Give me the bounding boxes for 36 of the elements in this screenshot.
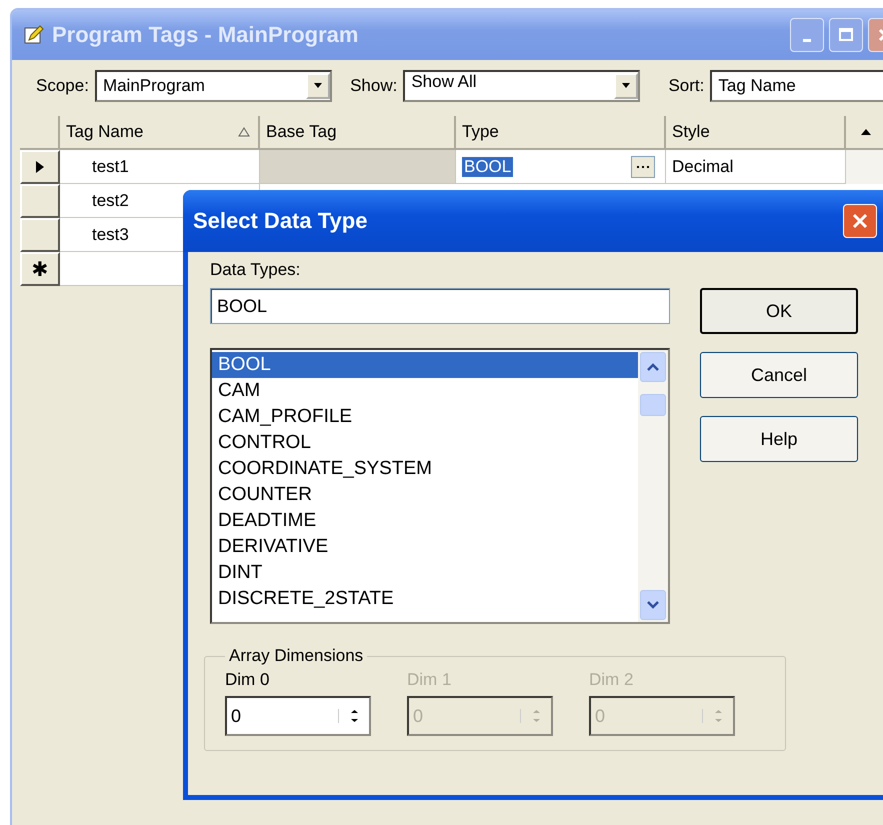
dialog-button[interactable]: Cancel: [700, 352, 858, 398]
list-item[interactable]: BOOL: [212, 352, 638, 378]
data-type-field[interactable]: BOOL: [210, 288, 670, 324]
list-item[interactable]: DEADTIME: [212, 508, 638, 534]
dimension-spinner[interactable]: 0: [225, 696, 371, 736]
list-item[interactable]: DINT: [212, 560, 638, 586]
column-header[interactable]: Type: [456, 116, 666, 150]
list-item[interactable]: CAM: [212, 378, 638, 404]
group-title: Array Dimensions: [228, 646, 364, 666]
column-header[interactable]: Tag Name: [60, 116, 260, 150]
table-cell: Decimal: [666, 150, 846, 184]
dimension-label: Dim 0: [225, 670, 270, 690]
list-item[interactable]: DERIVATIVE: [212, 534, 638, 560]
new-row-marker: ✱: [32, 258, 48, 282]
scope-label: Scope:: [36, 76, 89, 96]
list-item[interactable]: CONTROL: [212, 430, 638, 456]
selected-type-text[interactable]: BOOL: [462, 156, 514, 176]
sort-label: Sort:: [668, 76, 704, 96]
column-header[interactable]: Base Tag: [260, 116, 456, 150]
dimension-label: Dim 1: [407, 670, 452, 690]
data-types-label: Data Types:: [210, 260, 302, 281]
dimension-label: Dim 2: [589, 670, 634, 690]
row-header[interactable]: ✱: [20, 252, 60, 286]
table-cell: test1: [60, 150, 260, 184]
show-dropdown[interactable]: Show All: [403, 70, 640, 102]
list-item[interactable]: CAM_PROFILE: [212, 404, 638, 430]
column-header[interactable]: Style: [666, 116, 846, 150]
show-label: Show:: [350, 76, 398, 96]
dialog-button[interactable]: Help: [700, 416, 858, 462]
list-item[interactable]: COORDINATE_SYSTEM: [212, 456, 638, 482]
dialog-button[interactable]: OK: [700, 288, 858, 334]
scope-dropdown[interactable]: MainProgram: [94, 70, 332, 102]
window-title: Program Tags - MainProgram: [52, 22, 360, 48]
list-item[interactable]: DISCRETE_2STATE: [212, 586, 638, 612]
sort-dropdown[interactable]: Tag Name: [710, 70, 883, 102]
list-item[interactable]: COUNTER: [212, 482, 638, 508]
